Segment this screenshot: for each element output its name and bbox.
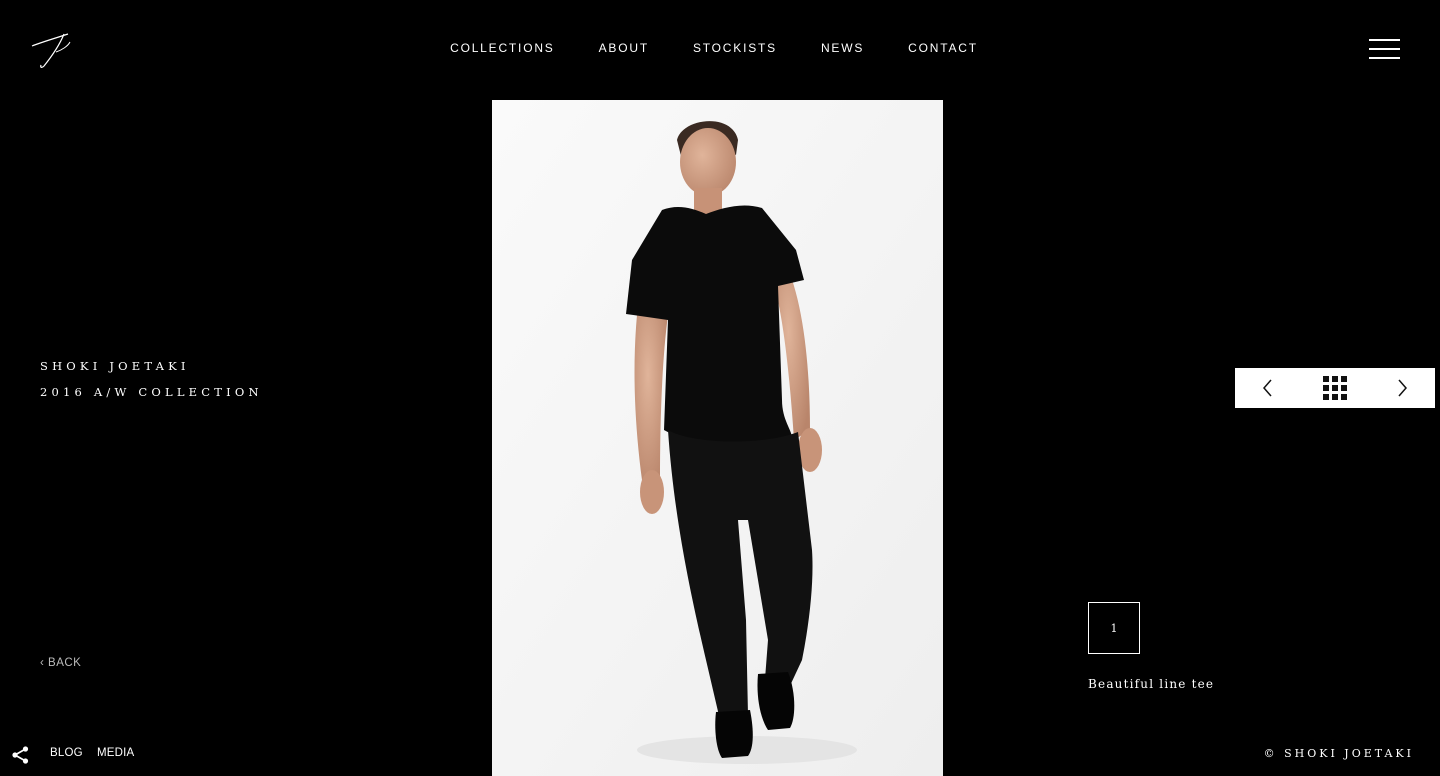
hamburger-line xyxy=(1369,39,1400,41)
slide-pager xyxy=(1235,368,1435,408)
designer-name: SHOKI JOETAKI xyxy=(40,359,190,373)
back-link[interactable]: ‹ BACK xyxy=(40,657,81,669)
copyright: © SHOKI JOETAKI xyxy=(1263,747,1414,760)
nav-item-news[interactable]: NEWS xyxy=(821,41,864,55)
next-slide-button[interactable] xyxy=(1369,368,1435,408)
chevron-right-icon xyxy=(1398,379,1407,397)
nav-item-about[interactable]: ABOUT xyxy=(599,41,649,55)
nav-item-contact[interactable]: CONTACT xyxy=(908,41,978,55)
media-link[interactable]: MEDIA xyxy=(97,747,134,759)
hamburger-line xyxy=(1369,48,1400,50)
prev-slide-button[interactable] xyxy=(1235,368,1301,408)
slide-caption: Beautiful line tee xyxy=(1088,677,1215,691)
collection-title: SHOKI JOETAKI 2016 A/W COLLECTION xyxy=(40,353,263,405)
grid-icon xyxy=(1323,376,1347,400)
hamburger-menu-icon[interactable] xyxy=(1369,39,1401,61)
slide-index: 1 xyxy=(1088,602,1140,654)
share-icon[interactable] xyxy=(12,746,29,764)
chevron-left-icon xyxy=(1263,379,1272,397)
main-nav: COLLECTIONS ABOUT STOCKISTS NEWS CONTACT xyxy=(0,41,1440,55)
nav-item-stockists[interactable]: STOCKISTS xyxy=(693,41,777,55)
model-illustration xyxy=(492,100,943,776)
nav-item-collections[interactable]: COLLECTIONS xyxy=(450,41,555,55)
collection-season: 2016 A/W COLLECTION xyxy=(40,385,263,399)
page: COLLECTIONS ABOUT STOCKISTS NEWS CONTACT… xyxy=(0,0,1440,776)
hamburger-line xyxy=(1369,57,1400,59)
blog-link[interactable]: BLOG xyxy=(50,747,83,759)
grid-view-button[interactable] xyxy=(1302,368,1368,408)
lookbook-photo xyxy=(492,100,943,776)
